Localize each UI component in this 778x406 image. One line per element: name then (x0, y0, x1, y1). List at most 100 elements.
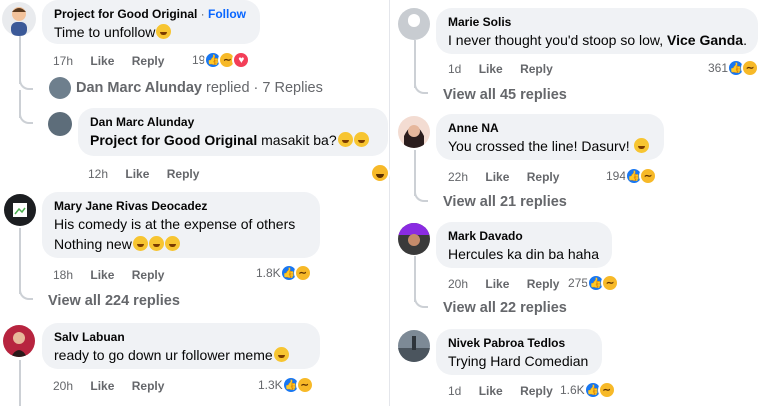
like-button[interactable]: Like (485, 277, 509, 291)
comment-text: I never thought you'd stoop so low, Vice… (448, 30, 747, 50)
follow-button[interactable]: Follow (208, 7, 246, 21)
comment-bubble: Dan Marc Alunday Project for Good Origin… (78, 108, 388, 156)
comment-bubble: Marie Solis I never thought you'd stoop … (436, 8, 758, 54)
reaction-summary[interactable]: 194 👍 ∼ (606, 167, 658, 185)
reaction-summary[interactable]: 19 👍 ∼ ♥ (192, 51, 251, 69)
comment-text-body: masakit ba? (257, 132, 337, 148)
replied-text: replied · 7 Replies (201, 80, 323, 96)
grin-emoji-icon (132, 236, 148, 251)
separator-dot: · (197, 7, 209, 21)
avatar-icon (398, 223, 430, 246)
hushed-emoji-icon (164, 236, 180, 251)
comment-text: Hercules ka din ba haha (448, 246, 599, 262)
comment-text: Project for Good Original masakit ba? (90, 130, 376, 150)
like-button[interactable]: Like (90, 268, 114, 282)
like-button[interactable]: Like (90, 379, 114, 393)
thread-line (414, 40, 416, 88)
reply-button[interactable]: Reply (527, 277, 560, 291)
reply-button[interactable]: Reply (520, 62, 553, 76)
thumbs-down-emoji-icon (148, 236, 164, 251)
avatar[interactable] (398, 116, 430, 148)
author-name[interactable]: Salv Labuan (54, 330, 308, 345)
avatar[interactable] (398, 223, 430, 255)
like-button[interactable]: Like (479, 384, 503, 398)
reply-button[interactable]: Reply (520, 384, 553, 398)
avatar-icon (11, 332, 27, 357)
mention-link[interactable]: Vice Ganda (667, 32, 743, 48)
avatar[interactable] (2, 2, 36, 36)
reaction-summary[interactable]: 361 👍 ∼ (708, 59, 760, 77)
reaction-count: 194 (606, 169, 627, 183)
view-replies-link[interactable]: Dan Marc Alunday replied · 7 Replies (76, 80, 323, 96)
grin-emoji-icon (337, 132, 353, 147)
reaction-count: 361 (708, 61, 729, 75)
reply-button[interactable]: Reply (132, 54, 165, 68)
like-button[interactable]: Like (90, 54, 114, 68)
comment-text: Time to unfollow (54, 22, 248, 42)
haha-reaction-icon: ∼ (639, 167, 658, 185)
comment-time[interactable]: 1d (448, 62, 461, 76)
reaction-summary[interactable]: 1.3K 👍 ∼ (258, 376, 314, 394)
comment-bubble: Anne NA You crossed the line! Dasurv! (436, 114, 664, 160)
comment-time[interactable]: 17h (53, 54, 73, 68)
avatar[interactable] (4, 194, 36, 226)
reply-button[interactable]: Reply (167, 167, 200, 181)
comment-author: Project for Good Original · Follow (54, 7, 248, 22)
thread-line (19, 36, 21, 84)
comment-text-body: Time to unfollow (54, 24, 156, 40)
mention-link[interactable]: Project for Good Original (90, 132, 257, 148)
author-name[interactable]: Mark Davado (448, 229, 600, 244)
like-button[interactable]: Like (125, 167, 149, 181)
reply-button[interactable]: Reply (527, 170, 560, 184)
comment-time[interactable]: 22h (448, 170, 468, 184)
comment-time[interactable]: 18h (53, 268, 73, 282)
comment-time[interactable]: 20h (448, 277, 468, 291)
comment-time[interactable]: 12h (88, 167, 108, 181)
comment-text: ready to go down ur follower meme (54, 345, 308, 365)
reaction-summary[interactable]: 1.6K 👍 ∼ (560, 381, 616, 399)
love-reaction-icon: ♥ (232, 51, 251, 69)
avatar[interactable] (48, 112, 72, 136)
view-all-replies-link[interactable]: View all 22 replies (443, 300, 567, 316)
like-button[interactable]: Like (485, 170, 509, 184)
author-name[interactable]: Project for Good Original (54, 7, 197, 21)
comment-bubble: Mary Jane Rivas Deocadez His comedy is a… (42, 192, 320, 258)
view-all-replies-link[interactable]: View all 224 replies (48, 293, 180, 309)
comment-text-body: Nothing new (54, 236, 132, 252)
grin-emoji-icon (156, 24, 172, 39)
reaction-summary[interactable]: 1.8K 👍 ∼ (256, 264, 312, 282)
reaction-summary[interactable]: 275 👍 ∼ (568, 274, 620, 292)
author-name[interactable]: Dan Marc Alunday (90, 115, 376, 130)
comment-text-body: ready to go down ur follower meme (54, 347, 273, 363)
comment-text: Trying Hard Comedian (448, 353, 589, 369)
haha-reaction-icon: ∼ (741, 59, 760, 77)
haha-reaction-icon[interactable] (370, 163, 390, 183)
author-name[interactable]: Nivek Pabroa Tedlos (448, 336, 590, 351)
comment-meta: 20h Like Reply (53, 379, 164, 393)
comment-time[interactable]: 20h (53, 379, 73, 393)
like-button[interactable]: Like (479, 62, 503, 76)
avatar-icon (398, 336, 430, 362)
view-all-replies-link[interactable]: View all 45 replies (443, 87, 567, 103)
thread-connector (414, 82, 428, 94)
author-name[interactable]: Mary Jane Rivas Deocadez (54, 199, 308, 214)
grin-emoji-icon (273, 347, 289, 362)
comment-meta: 12h Like Reply (88, 167, 199, 181)
reply-button[interactable]: Reply (132, 268, 165, 282)
avatar[interactable] (398, 330, 430, 362)
comment-bubble: Nivek Pabroa Tedlos Trying Hard Comedian (436, 329, 602, 375)
comment-time[interactable]: 1d (448, 384, 461, 398)
author-name[interactable]: Marie Solis (448, 15, 746, 30)
avatar[interactable] (49, 77, 71, 99)
avatar[interactable] (3, 325, 35, 357)
reply-button[interactable]: Reply (132, 379, 165, 393)
default-avatar-icon[interactable] (398, 8, 430, 40)
comment-text-body: I never thought you'd stoop so low, (448, 32, 668, 48)
comment-meta: 1d Like Reply (448, 62, 553, 76)
comment-meta: 17h Like Reply (53, 54, 164, 68)
thread-connector (19, 78, 33, 90)
view-all-replies-link[interactable]: View all 21 replies (443, 194, 567, 210)
comment-bubble: Mark Davado Hercules ka din ba haha (436, 222, 612, 268)
avatar-icon (11, 7, 27, 36)
author-name[interactable]: Anne NA (448, 121, 652, 136)
